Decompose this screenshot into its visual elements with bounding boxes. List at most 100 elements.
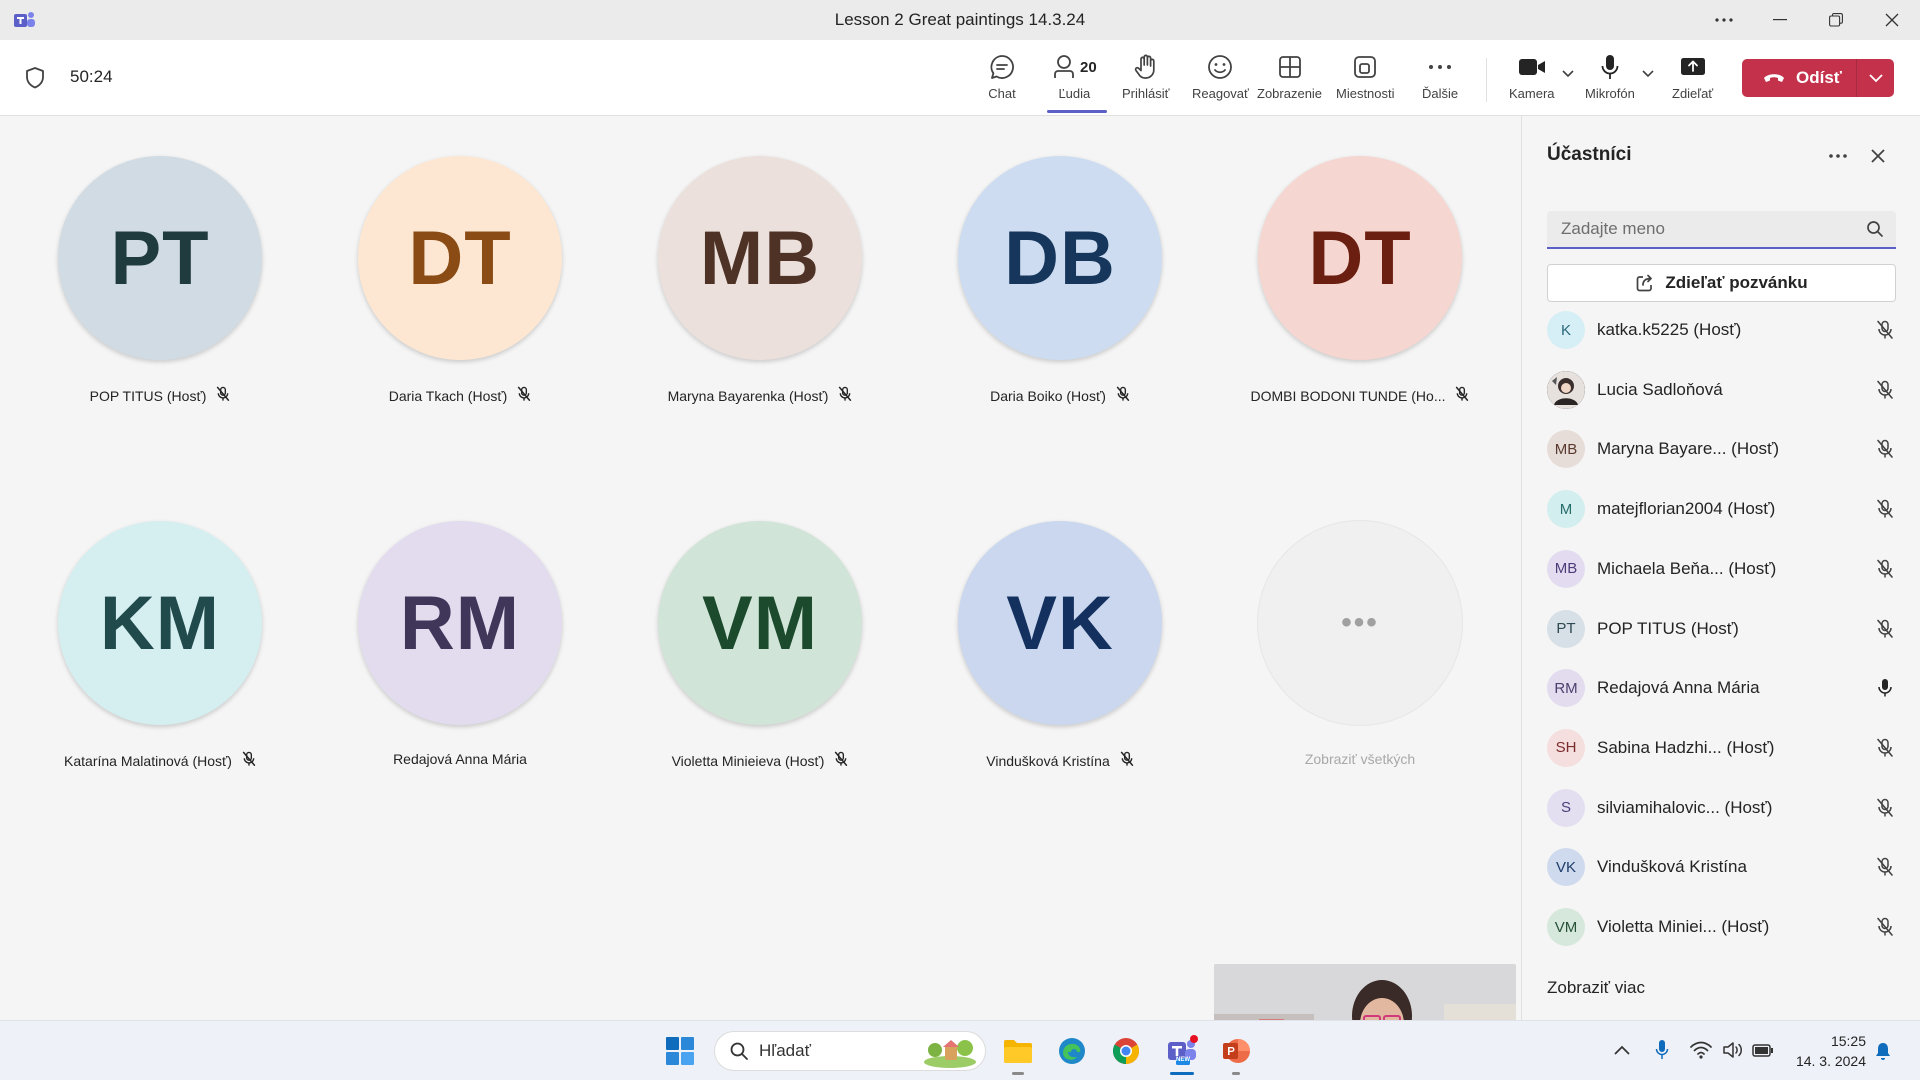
- show-more-link[interactable]: Zobraziť viac: [1547, 978, 1645, 998]
- participant-search-input[interactable]: [1561, 211, 1851, 247]
- windows-start-icon: [666, 1037, 694, 1065]
- shield-icon[interactable]: [24, 66, 46, 90]
- participant-list-item[interactable]: MB Maryna Bayare... (Hosť): [1547, 427, 1897, 471]
- tray-microphone-icon[interactable]: [1655, 1039, 1669, 1061]
- participant-list-item[interactable]: VK Vindušková Kristína: [1547, 845, 1897, 889]
- participant-list-item[interactable]: VM Violetta Miniei... (Hosť): [1547, 905, 1897, 949]
- mic-muted-icon: [1116, 386, 1130, 405]
- taskbar-clock[interactable]: 15:25 14. 3. 2024: [1796, 1031, 1866, 1071]
- close-icon: [1871, 149, 1885, 163]
- participant-tile[interactable]: MB Maryna Bayarenka (Hosť): [610, 156, 910, 456]
- participant-tile[interactable]: DT Daria Tkach (Hosť): [310, 156, 610, 456]
- participant-list-item[interactable]: RM Redajová Anna Mária: [1547, 666, 1897, 710]
- rooms-button[interactable]: Miestnosti: [1336, 52, 1395, 108]
- participant-name: POP TITUS (Hosť): [1597, 618, 1739, 638]
- participant-name: matejflorian2004 (Hosť): [1597, 499, 1776, 519]
- participant-tile-name: Redajová Anna Mária: [393, 751, 527, 767]
- participant-tile[interactable]: KM Katarína Malatinová (Hosť): [10, 521, 310, 821]
- battery-icon[interactable]: [1752, 1042, 1774, 1058]
- participant-tile[interactable]: VK Vindušková Kristína: [910, 521, 1210, 821]
- participant-list-item[interactable]: SH Sabina Hadzhi... (Hosť): [1547, 726, 1897, 770]
- participant-avatar: DT: [1258, 156, 1462, 360]
- toolbar-divider: [1486, 58, 1487, 102]
- raise-hand-icon: [1134, 54, 1155, 79]
- participant-list-item[interactable]: Kkatka.k5225 (Hosť): [1547, 308, 1897, 352]
- minimize-icon: [1773, 19, 1787, 21]
- wifi-icon[interactable]: [1690, 1041, 1712, 1059]
- participant-tile[interactable]: PT POP TITUS (Hosť): [10, 156, 310, 456]
- mic-muted-icon: [1873, 557, 1897, 581]
- participant-avatar: K: [1547, 311, 1585, 349]
- participant-tile-name: Daria Tkach (Hosť): [310, 386, 610, 405]
- leave-options-button[interactable]: [1857, 59, 1894, 97]
- camera-button[interactable]: Kamera: [1509, 52, 1555, 108]
- restore-button[interactable]: [1808, 0, 1864, 40]
- mic-options-chevron-icon[interactable]: [1642, 70, 1654, 78]
- mic-muted-icon: [216, 386, 230, 405]
- camera-options-chevron-icon[interactable]: [1562, 70, 1574, 78]
- react-button[interactable]: Reagovať: [1192, 52, 1249, 108]
- microphone-button[interactable]: Mikrofón: [1585, 52, 1635, 108]
- volume-icon[interactable]: [1722, 1041, 1744, 1059]
- powerpoint-button[interactable]: [1218, 1033, 1254, 1069]
- participant-name: Violetta Miniei... (Hosť): [1597, 917, 1770, 936]
- participant-avatar: PT: [58, 156, 262, 360]
- more-horizontal-icon: [1715, 18, 1733, 22]
- chevron-up-icon[interactable]: [1614, 1045, 1630, 1055]
- teams-taskbar-button[interactable]: NEW: [1164, 1033, 1200, 1069]
- participant-avatar: RM: [358, 521, 562, 725]
- share-invite-button[interactable]: Zdieľať pozvánku: [1547, 264, 1896, 302]
- participant-list-item[interactable]: Ssilviamihalovic... (Hosť): [1547, 786, 1897, 830]
- chrome-browser-icon: [1112, 1038, 1140, 1065]
- share-button[interactable]: Zdieľať: [1672, 52, 1713, 108]
- participant-list-item[interactable]: MB Michaela Beňa... (Hosť): [1547, 547, 1897, 591]
- start-button[interactable]: [662, 1033, 698, 1069]
- mic-muted-icon: [1873, 796, 1897, 820]
- raise-hand-button[interactable]: Prihlásiť: [1122, 52, 1170, 108]
- chat-icon: [990, 55, 1014, 79]
- participant-tile[interactable]: RM Redajová Anna Mária: [310, 521, 610, 821]
- more-horizontal-icon: •••: [1341, 606, 1379, 639]
- more-horizontal-icon: [1429, 65, 1452, 69]
- chat-button[interactable]: Chat: [988, 52, 1016, 108]
- participant-tile[interactable]: DT DOMBI BODONI TUNDE (Ho...: [1210, 156, 1510, 456]
- file-explorer-button[interactable]: [1000, 1033, 1036, 1069]
- participant-list-item[interactable]: Lucia Sadloňová: [1547, 368, 1897, 412]
- edge-button[interactable]: [1054, 1033, 1090, 1069]
- participant-tile[interactable]: DB Daria Boiko (Hosť): [910, 156, 1210, 456]
- taskbar-search[interactable]: Hľadať: [714, 1031, 986, 1071]
- window-more-button[interactable]: [1696, 0, 1752, 40]
- mic-active-icon: [1873, 676, 1897, 700]
- mic-muted-icon: [1455, 386, 1469, 405]
- people-active-indicator: [1047, 110, 1107, 113]
- participant-name: Redajová Anna Mária: [1597, 678, 1760, 698]
- view-button[interactable]: Zobrazenie: [1257, 52, 1322, 108]
- close-window-button[interactable]: [1864, 0, 1920, 40]
- chrome-button[interactable]: [1108, 1033, 1144, 1069]
- edge-browser-icon: [1059, 1038, 1085, 1064]
- breakout-rooms-icon: [1354, 56, 1377, 78]
- see-all-tile[interactable]: ••• Zobraziť všetkých: [1210, 521, 1510, 821]
- participant-avatar: SH: [1547, 728, 1585, 767]
- minimize-button[interactable]: [1752, 0, 1808, 40]
- participant-tile[interactable]: VM Violetta Minieieva (Hosť): [610, 521, 910, 821]
- participant-avatar: DT: [358, 156, 562, 360]
- participant-avatar: MB: [1547, 549, 1585, 588]
- participants-panel: Účastníci Zdieľať pozvánku Kkatka.k5225 …: [1521, 116, 1920, 1020]
- search-icon[interactable]: [1866, 220, 1884, 238]
- windows-taskbar: Hľadať NEW 15:25 14. 3. 2024: [0, 1020, 1920, 1080]
- leave-button-group: Odísť: [1742, 59, 1894, 97]
- participant-avatar: S: [1547, 788, 1585, 827]
- people-button[interactable]: 20 Ľudia: [1052, 52, 1097, 108]
- search-icon: [730, 1042, 748, 1060]
- participant-list-item[interactable]: Mmatejflorian2004 (Hosť): [1547, 487, 1897, 531]
- participant-name: Maryna Bayare... (Hosť): [1597, 439, 1780, 459]
- mic-muted-icon: [517, 386, 531, 405]
- participant-list-item[interactable]: PT POP TITUS (Hosť): [1547, 607, 1897, 651]
- notification-bell-icon[interactable]: [1874, 1041, 1892, 1061]
- panel-more-button[interactable]: [1822, 140, 1854, 172]
- leave-button[interactable]: Odísť: [1742, 59, 1856, 97]
- panel-close-button[interactable]: [1862, 140, 1894, 172]
- more-actions-button[interactable]: Ďalšie: [1422, 52, 1458, 108]
- more-horizontal-icon: [1829, 154, 1847, 158]
